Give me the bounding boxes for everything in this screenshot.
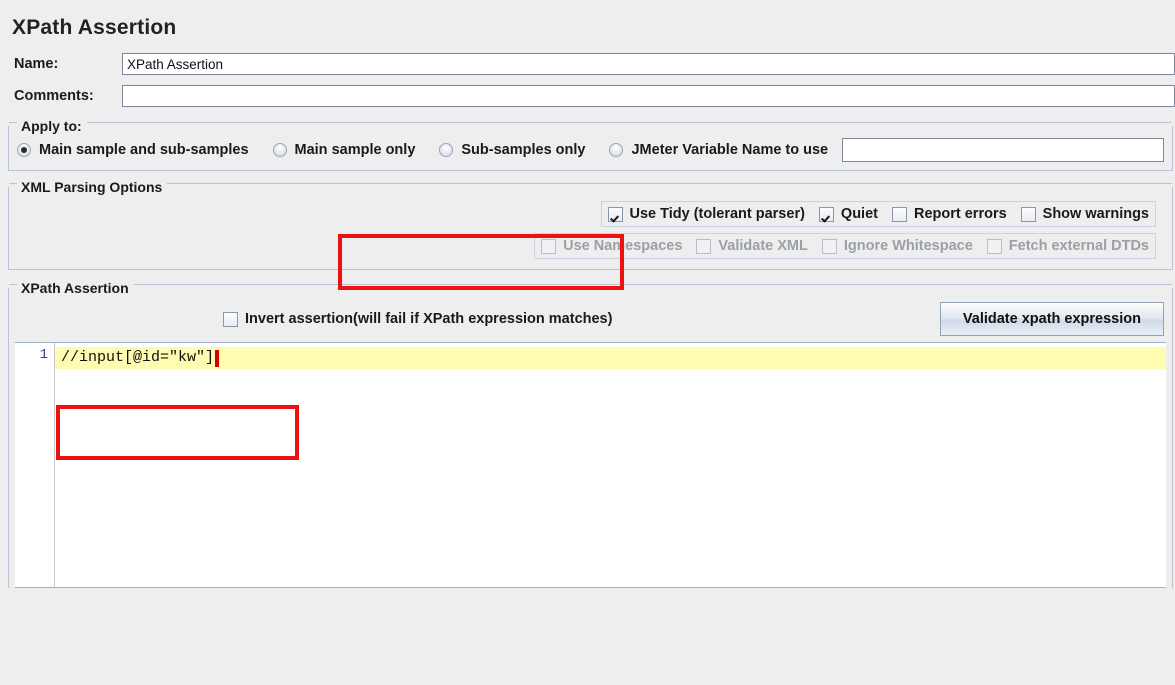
xpath-expression-text: //input[@id="kw"] <box>61 349 215 366</box>
xml-parsing-rows: Use Tidy (tolerant parser) Quiet Report … <box>17 201 1164 259</box>
comments-row: Comments: <box>0 80 1175 112</box>
radio-sub-only[interactable]: Sub-samples only <box>439 142 585 158</box>
name-row: Name: <box>0 48 1175 80</box>
page-title: XPath Assertion <box>12 16 177 39</box>
checkbox-icon-unchecked-disabled <box>821 238 837 254</box>
xml-parsing-options-group: XML Parsing Options Use Tidy (tolerant p… <box>8 179 1173 270</box>
checkbox-fetch-external-dtds: Fetch external DTDs <box>986 238 1149 254</box>
name-label: Name: <box>14 56 59 72</box>
radio-icon-unselected[interactable] <box>609 143 624 157</box>
editor-gutter: 1 <box>15 343 55 587</box>
checkbox-label-use-tidy: Use Tidy (tolerant parser) <box>629 206 805 222</box>
radio-label-main-and-sub: Main sample and sub-samples <box>39 142 249 158</box>
checkbox-label-use-namespaces: Use Namespaces <box>563 238 683 254</box>
editor-line-number: 1 <box>39 347 48 363</box>
text-caret <box>215 349 218 367</box>
radio-icon-selected[interactable] <box>17 143 31 157</box>
radio-icon-unselected[interactable] <box>272 143 287 157</box>
validate-xpath-expression-button[interactable]: Validate xpath expression <box>939 302 1164 336</box>
checkbox-quiet[interactable]: Quiet <box>818 206 878 222</box>
checkbox-icon-unchecked-disabled <box>541 238 557 254</box>
xpath-assertion-group: XPath Assertion Invert assertion(will fa… <box>8 280 1173 588</box>
editor-code-area[interactable]: //input[@id="kw"] <box>55 343 1166 587</box>
radio-main-only[interactable]: Main sample only <box>272 142 416 158</box>
xpath-expression-editor[interactable]: 1 //input[@id="kw"] <box>15 342 1166 588</box>
checkbox-invert-assertion[interactable]: Invert assertion(will fail if XPath expr… <box>223 311 612 327</box>
editor-line-1[interactable]: //input[@id="kw"] <box>55 347 1166 369</box>
radio-label-sub-only: Sub-samples only <box>461 142 586 158</box>
apply-to-group: Apply to: Main sample and sub-samples Ma… <box>8 118 1173 171</box>
radio-icon-unselected[interactable] <box>439 143 454 157</box>
checkbox-use-tidy[interactable]: Use Tidy (tolerant parser) <box>607 206 805 222</box>
checkbox-icon-unchecked[interactable] <box>1020 206 1036 222</box>
checkbox-label-fetch-external-dtds: Fetch external DTDs <box>1008 238 1149 254</box>
checkbox-label-ignore-whitespace: Ignore Whitespace <box>843 238 973 254</box>
comments-label: Comments: <box>14 88 94 104</box>
comments-input[interactable] <box>122 85 1175 107</box>
jmeter-variable-input[interactable] <box>842 138 1164 162</box>
apply-to-radio-row: Main sample and sub-samples Main sample … <box>17 138 1164 162</box>
checkbox-validate-xml: Validate XML <box>696 238 808 254</box>
checkbox-icon-unchecked[interactable] <box>891 206 907 222</box>
radio-jmeter-variable[interactable]: JMeter Variable Name to use <box>609 142 828 158</box>
checkbox-label-show-warnings: Show warnings <box>1042 206 1149 222</box>
checkbox-icon-unchecked-disabled <box>986 238 1002 254</box>
xml-parsing-row-primary: Use Tidy (tolerant parser) Quiet Report … <box>600 201 1156 227</box>
checkbox-report-errors[interactable]: Report errors <box>891 206 1007 222</box>
radio-label-jmeter-variable: JMeter Variable Name to use <box>631 142 829 158</box>
checkbox-icon-unchecked[interactable] <box>223 311 238 327</box>
checkbox-icon-checked[interactable] <box>818 206 834 222</box>
checkbox-label-report-errors: Report errors <box>913 206 1007 222</box>
checkbox-label-quiet: Quiet <box>840 206 878 222</box>
checkbox-use-namespaces: Use Namespaces <box>541 238 682 254</box>
checkbox-icon-checked[interactable] <box>607 206 623 222</box>
xml-parsing-row-secondary: Use Namespaces Validate XML Ignore White… <box>534 233 1156 259</box>
name-input[interactable] <box>122 53 1175 75</box>
radio-label-main-only: Main sample only <box>294 142 416 158</box>
checkbox-show-warnings[interactable]: Show warnings <box>1020 206 1149 222</box>
checkbox-icon-unchecked-disabled <box>696 238 712 254</box>
checkbox-ignore-whitespace: Ignore Whitespace <box>821 238 973 254</box>
invert-assertion-row: Invert assertion(will fail if XPath expr… <box>15 298 1166 342</box>
checkbox-label-invert-assertion: Invert assertion(will fail if XPath expr… <box>245 311 613 327</box>
checkbox-label-validate-xml: Validate XML <box>718 238 808 254</box>
radio-main-and-sub[interactable]: Main sample and sub-samples <box>17 142 249 158</box>
